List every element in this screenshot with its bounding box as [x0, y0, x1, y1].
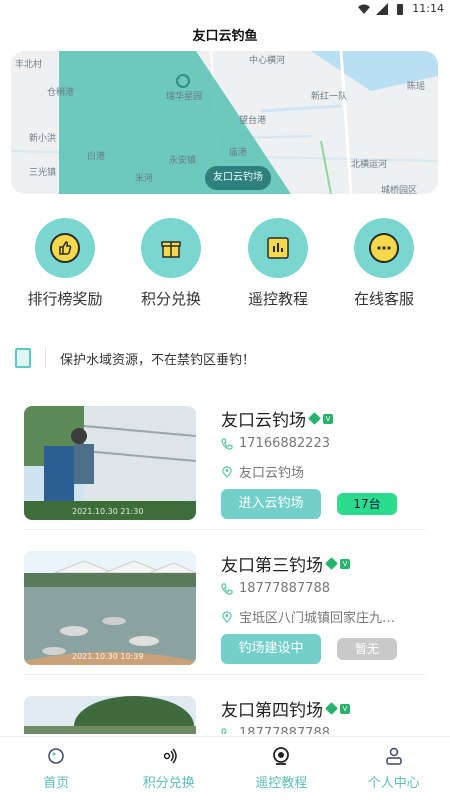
location-pin-icon: [222, 465, 232, 478]
book-icon: [15, 348, 31, 368]
tab-label: 个人中心: [367, 776, 420, 791]
battery-icon: [397, 3, 404, 15]
shortcut-icon-bg: [141, 218, 201, 278]
map-view[interactable]: 丰北村 仓稍港 瑞华星园 中心横河 新红一队 新小洪 望台港 白港 庙港 永安镇…: [11, 51, 438, 194]
list-item[interactable]: 2021.10.30 10:39 友口第三钓场 V 18777887788 宝坻…: [24, 545, 426, 675]
phone-icon: [221, 437, 233, 450]
diamond-badge-icon: [308, 412, 321, 425]
spot-photo[interactable]: 2021.10.30 10:39: [24, 551, 196, 665]
shortcut-ranking[interactable]: 排行榜奖励: [15, 218, 115, 309]
shortcut-icon-bg: [248, 218, 308, 278]
page-title: 友口云钓鱼: [192, 28, 258, 44]
chat-bubble-icon: [369, 233, 399, 263]
status-bar: 11:14: [0, 0, 450, 18]
spot-info: 友口第四钓场 V 18777887788: [221, 690, 426, 734]
app-bar: 友口云钓鱼: [0, 18, 450, 50]
map-label: 丰北村: [15, 60, 43, 70]
thumbs-up-icon: [50, 233, 80, 263]
gift-icon: [161, 241, 181, 258]
tab-points[interactable]: 积分兑换: [113, 737, 226, 800]
wifi-icon: [358, 4, 371, 14]
map-label: 陈瑶: [407, 82, 426, 92]
shortcut-icon-bg: [354, 218, 414, 278]
home-fish-icon: [48, 748, 64, 764]
map-label: 米河: [135, 174, 154, 184]
bottom-tab-bar: 首页 积分兑换 遥控教程 个人中心: [0, 736, 450, 800]
shortcut-points[interactable]: 积分兑换: [121, 218, 221, 309]
photo-timestamp: 2021.10.30 10:39: [72, 652, 144, 661]
map-label: 瑞华星园: [166, 92, 203, 102]
spot-photo[interactable]: 2021.10.30 21:30: [24, 406, 196, 520]
map-label: 三光镇: [29, 168, 57, 178]
spot-address: 友口云钓场: [239, 466, 305, 481]
phone-icon: [221, 727, 230, 734]
fishing-spot-list[interactable]: 2021.10.30 21:30 友口云钓场 V 17166882223 友口云…: [0, 400, 450, 734]
tab-label: 首页: [43, 776, 70, 791]
spot-name: 友口第四钓场: [221, 701, 323, 721]
tab-profile[interactable]: 个人中心: [338, 737, 450, 800]
divider: [45, 347, 46, 369]
seat-count-badge: 17台: [337, 493, 397, 515]
user-icon: [386, 747, 402, 765]
map-label: 仓稍港: [47, 88, 75, 98]
shortcut-label: 在线客服: [353, 290, 414, 308]
spot-info: 友口第三钓场 V 18777887788 宝坻区八门城镇回家庄九… 钓场建设中 …: [221, 545, 426, 675]
tab-label: 积分兑换: [142, 776, 195, 791]
list-item[interactable]: 2021.10.30 21:30 友口云钓场 V 17166882223 友口云…: [24, 400, 426, 530]
list-item[interactable]: 友口第四钓场 V 18777887788: [24, 690, 426, 734]
verified-badge-icon: V: [340, 558, 350, 569]
notice-bar: 保护水域资源，不在禁钓区垂钓！: [15, 346, 435, 370]
map-label: 白港: [87, 152, 106, 162]
verified-badge-icon: V: [323, 413, 333, 424]
spot-info: 友口云钓场 V 17166882223 友口云钓场 进入云钓场 17台: [221, 400, 426, 530]
shortcut-icon-bg: [35, 218, 95, 278]
spot-status-button[interactable]: 钓场建设中: [221, 634, 321, 664]
chart-board-icon: [267, 237, 289, 259]
map-label: 新红一队: [311, 92, 348, 102]
verified-badge-icon: V: [340, 703, 350, 714]
spot-phone[interactable]: 17166882223: [239, 436, 330, 451]
map-label: 北横运河: [351, 160, 388, 170]
diamond-badge-icon: [325, 557, 338, 570]
notice-text: 保护水域资源，不在禁钓区垂钓！: [60, 352, 256, 368]
signal-icon: [163, 748, 177, 764]
spot-phone[interactable]: 18777887788: [239, 581, 330, 596]
diamond-badge-icon: [325, 702, 338, 715]
status-time: 11:14: [412, 2, 444, 15]
camera-icon: [273, 747, 290, 765]
shortcut-service[interactable]: 在线客服: [334, 218, 434, 309]
location-pin-icon: [222, 610, 232, 623]
spot-photo[interactable]: [24, 696, 196, 734]
spot-name: 友口云钓场: [221, 411, 306, 431]
photo-timestamp: 2021.10.30 21:30: [72, 507, 144, 516]
map-label: 中心横河: [249, 56, 286, 66]
shortcut-label: 排行榜奖励: [27, 290, 103, 308]
shortcut-label: 积分兑换: [140, 290, 201, 308]
shortcut-label: 遥控教程: [247, 290, 308, 308]
map-label: 新小洪: [29, 134, 57, 144]
map-location-chip[interactable]: 友口云钓场: [205, 166, 271, 190]
tab-label: 遥控教程: [255, 776, 308, 791]
shortcut-tutorial[interactable]: 遥控教程: [228, 218, 328, 309]
map-label: 望台港: [239, 116, 267, 126]
map-label: 永安镇: [169, 156, 197, 166]
tab-home[interactable]: 首页: [0, 737, 113, 800]
enter-spot-button[interactable]: 进入云钓场: [221, 489, 321, 519]
map-label: 城桥园区: [381, 186, 418, 194]
spot-phone[interactable]: 18777887788: [239, 726, 330, 734]
spot-address: 宝坻区八门城镇回家庄九…: [239, 611, 396, 626]
tab-tutorial[interactable]: 遥控教程: [225, 737, 338, 800]
seat-count-badge: 暂无: [337, 638, 397, 660]
signal-icon: [376, 2, 389, 15]
phone-icon: [221, 582, 233, 595]
spot-name: 友口第三钓场: [221, 556, 323, 576]
shortcut-grid: 排行榜奖励 积分兑换 遥控教程 在线客服: [0, 218, 450, 314]
map-label: 庙港: [229, 148, 248, 158]
